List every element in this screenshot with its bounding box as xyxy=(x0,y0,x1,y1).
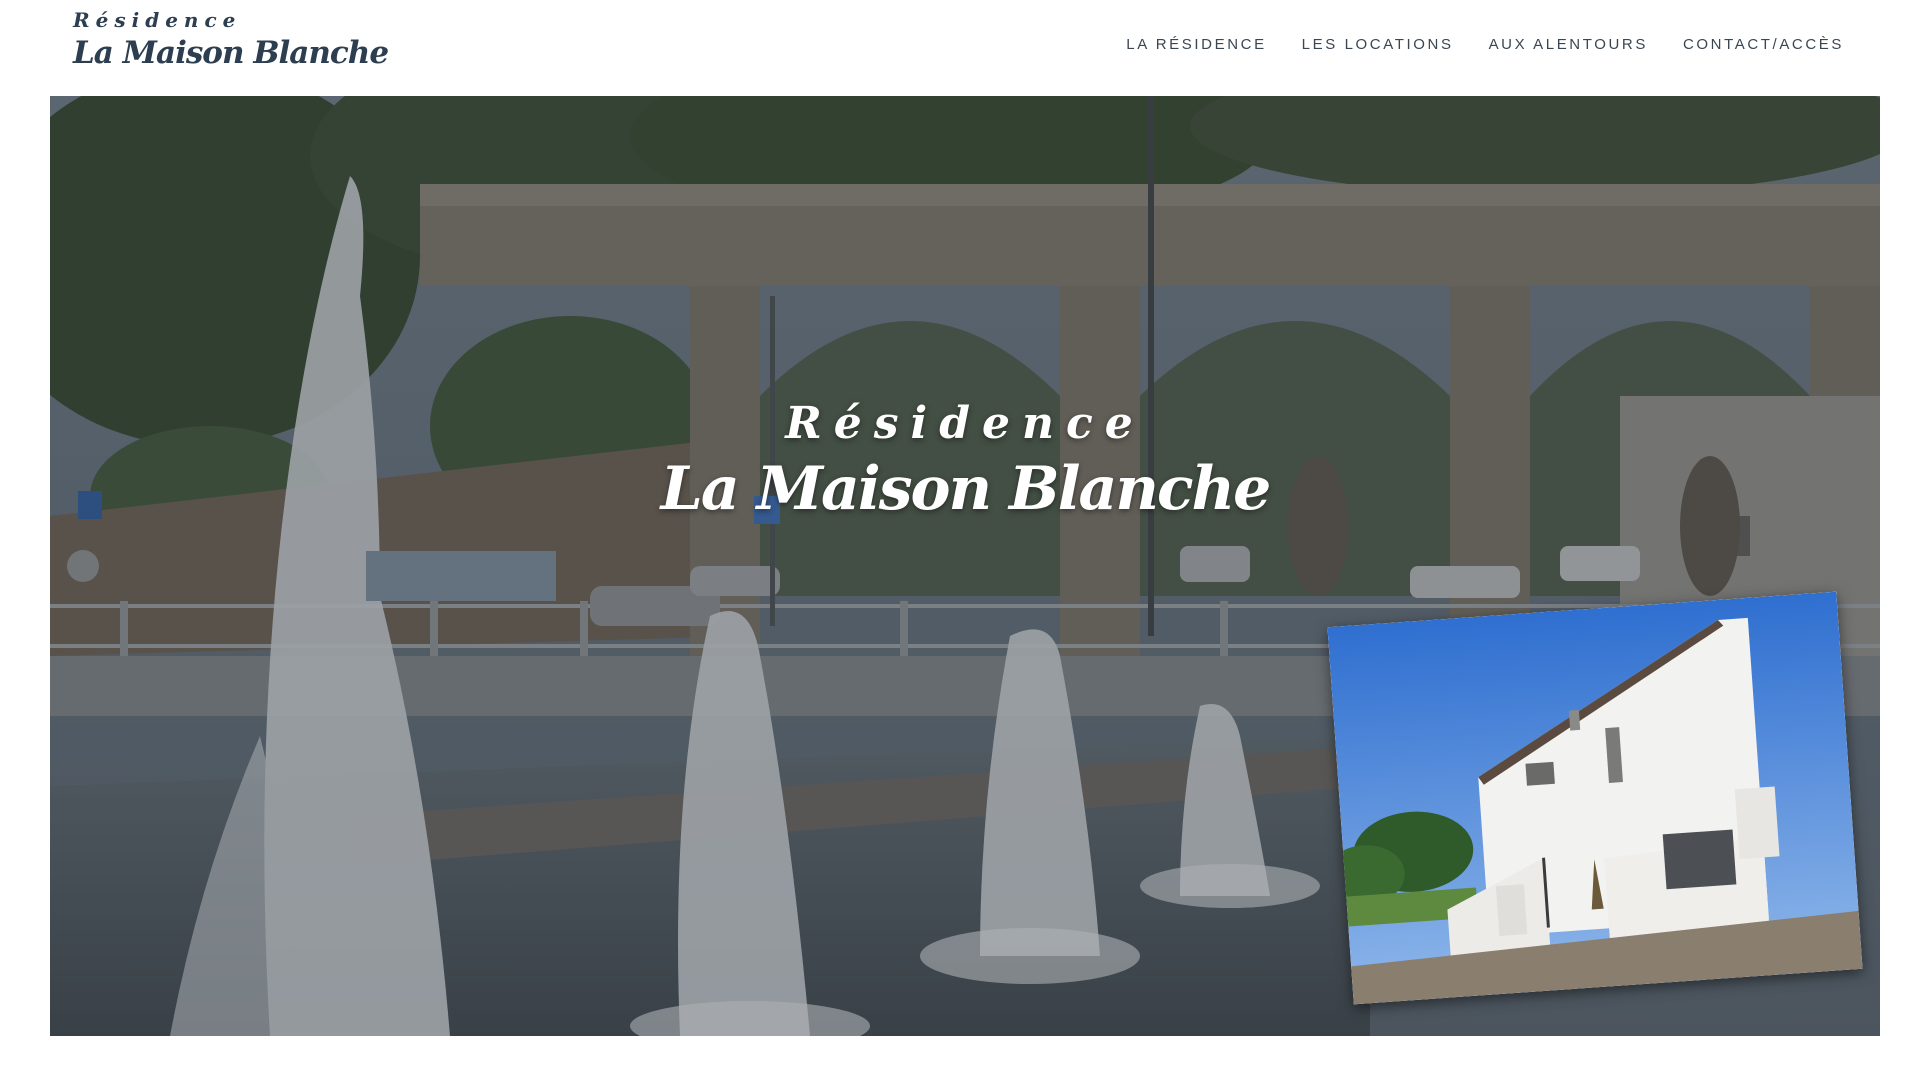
nav-item-contact-acces[interactable]: CONTACT/ACCÈS xyxy=(1683,36,1844,53)
hero-title-subtitle: Résidence xyxy=(785,398,1145,449)
site-header: Résidence La Maison Blanche LA RÉSIDENCE… xyxy=(0,0,1920,96)
residence-photo xyxy=(1327,591,1863,1005)
nav-item-aux-alentours[interactable]: AUX ALENTOURS xyxy=(1489,36,1648,53)
site-logo[interactable]: Résidence La Maison Blanche xyxy=(73,6,389,72)
nav-item-les-locations[interactable]: LES LOCATIONS xyxy=(1302,36,1454,53)
logo-subtitle: Résidence xyxy=(73,8,242,32)
hero-title-main: La Maison Blanche xyxy=(660,454,1272,524)
logo-title: La Maison Blanche xyxy=(73,35,389,71)
nav-item-la-residence[interactable]: LA RÉSIDENCE xyxy=(1126,36,1266,53)
hero-banner: Résidence La Maison Blanche xyxy=(50,96,1880,1036)
main-nav: LA RÉSIDENCE LES LOCATIONS AUX ALENTOURS… xyxy=(1126,36,1844,53)
hero-title: Résidence La Maison Blanche xyxy=(50,396,1880,526)
